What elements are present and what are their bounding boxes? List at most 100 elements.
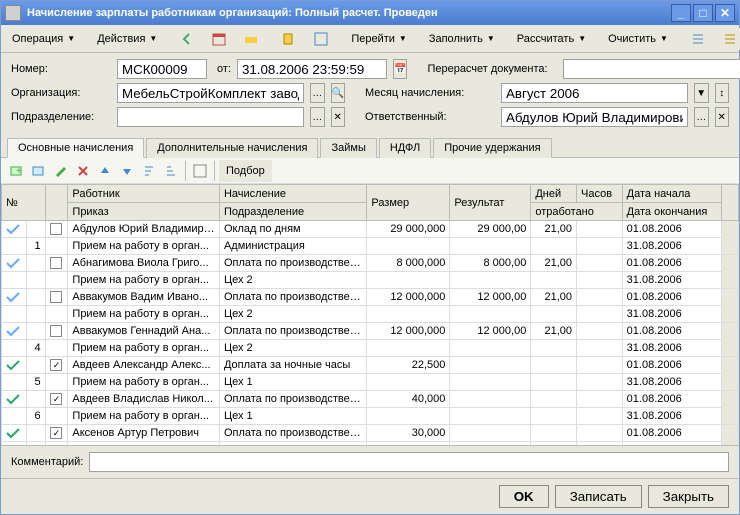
cell-order[interactable]: Прием на работу в орган... (68, 408, 220, 425)
row-checkbox[interactable] (50, 325, 62, 337)
table-row[interactable]: Аввакумов Вадим Ивано...Оплата по произв… (2, 289, 739, 306)
cell-result[interactable] (450, 357, 531, 374)
cell-hours[interactable] (577, 289, 623, 306)
cell-accrual[interactable]: Оплата по производствен... (219, 255, 366, 272)
resp-select-button[interactable]: … (694, 107, 709, 127)
table-row[interactable] (2, 442, 739, 446)
cell-hours[interactable] (577, 323, 623, 340)
cell-end[interactable]: 31.08.2006 (622, 340, 722, 357)
col-num[interactable]: № (2, 185, 46, 221)
cell-result[interactable]: 12 000,00 (450, 289, 531, 306)
table-row[interactable]: ✓Авдеев Александр Алекс...Доплата за ноч… (2, 357, 739, 374)
cell-dept[interactable]: Цех 1 (219, 374, 366, 391)
calendar-button[interactable] (204, 28, 234, 50)
cell-end[interactable]: 31.08.2006 (622, 374, 722, 391)
cell-end[interactable]: 31.08.2006 (622, 408, 722, 425)
row-checkbox[interactable] (50, 291, 62, 303)
cell-dept[interactable]: Цех 1 (219, 408, 366, 425)
cell-size[interactable]: 12 000,000 (367, 323, 450, 340)
clear-menu[interactable]: Очистить▼ (601, 28, 675, 50)
table-row[interactable]: 6Прием на работу в орган...Цех 131.08.20… (2, 408, 739, 425)
cell-dept[interactable]: Цех 2 (219, 306, 366, 323)
copy-button[interactable] (274, 28, 304, 50)
cell-end[interactable] (622, 442, 722, 446)
delete-row-button[interactable] (73, 161, 93, 181)
cell-hours[interactable] (577, 357, 623, 374)
ok-button[interactable]: OK (499, 485, 549, 508)
save-button[interactable]: Записать (555, 485, 642, 508)
date-picker-button[interactable]: 📅 (393, 59, 407, 79)
cell-days[interactable] (531, 425, 577, 442)
cell-worker[interactable]: Авдеев Владислав Никол... (68, 391, 220, 408)
list-settings-button[interactable] (683, 28, 713, 50)
operation-menu[interactable]: Операция▼ (5, 28, 82, 50)
col-worker[interactable]: Работник (68, 185, 220, 203)
cell-hours[interactable] (577, 425, 623, 442)
accruals-grid[interactable]: № Работник Начисление Размер Результат Д… (1, 184, 739, 445)
cell-hours[interactable] (577, 255, 623, 272)
cell-days[interactable]: 21,00 (531, 323, 577, 340)
move-down-button[interactable] (117, 161, 137, 181)
cell-result[interactable]: 29 000,00 (450, 221, 531, 238)
row-checkbox[interactable] (50, 223, 62, 235)
col-chk[interactable] (45, 185, 68, 221)
org-open-button[interactable]: 🔍 (331, 83, 346, 103)
cell-order[interactable] (68, 442, 220, 446)
refresh-button[interactable] (190, 161, 210, 181)
cell-accrual[interactable]: Оплата по производствен... (219, 323, 366, 340)
cell-days[interactable]: 21,00 (531, 255, 577, 272)
cell-start[interactable]: 01.08.2006 (622, 357, 722, 374)
row-checkbox[interactable]: ✓ (50, 359, 62, 371)
cell-result[interactable]: 8 000,00 (450, 255, 531, 272)
cell-size[interactable]: 30,000 (367, 425, 450, 442)
sort-desc-button[interactable] (161, 161, 181, 181)
cell-start[interactable]: 01.08.2006 (622, 391, 722, 408)
cell-hours[interactable] (577, 221, 623, 238)
table-row[interactable]: ✓Аксенов Артур ПетровичОплата по произво… (2, 425, 739, 442)
month-down-button[interactable]: ▼ (694, 83, 709, 103)
add-row-button[interactable]: + (7, 161, 27, 181)
cell-worker[interactable]: Аксенов Артур Петрович (68, 425, 220, 442)
actions-menu[interactable]: Действия▼ (90, 28, 164, 50)
month-step-button[interactable]: ↕ (715, 83, 730, 103)
cell-accrual[interactable]: Доплата за ночные часы (219, 357, 366, 374)
row-checkbox[interactable] (50, 257, 62, 269)
cell-start[interactable]: 01.08.2006 (622, 425, 722, 442)
cell-order[interactable]: Прием на работу в орган... (68, 272, 220, 289)
cell-end[interactable]: 31.08.2006 (622, 238, 722, 255)
tab-loans[interactable]: Займы (320, 138, 376, 158)
post-button[interactable] (236, 28, 266, 50)
cell-order[interactable]: Прием на работу в орган... (68, 306, 220, 323)
dept-clear-button[interactable]: ✕ (331, 107, 346, 127)
table-row[interactable]: 4Прием на работу в орган...Цех 231.08.20… (2, 340, 739, 357)
sort-asc-button[interactable] (139, 161, 159, 181)
cell-size[interactable]: 22,500 (367, 357, 450, 374)
col-accrual[interactable]: Начисление (219, 185, 366, 203)
row-checkbox[interactable]: ✓ (50, 427, 62, 439)
table-row[interactable]: Абнагимова Виола Григо...Оплата по произ… (2, 255, 739, 272)
cell-start[interactable]: 01.08.2006 (622, 221, 722, 238)
tab-ndfl[interactable]: НДФЛ (379, 138, 431, 158)
col-size[interactable]: Размер (367, 185, 450, 221)
cell-accrual[interactable]: Оклад по дням (219, 221, 366, 238)
cell-end[interactable]: 31.08.2006 (622, 306, 722, 323)
cell-dept[interactable]: Администрация (219, 238, 366, 255)
cell-dept[interactable]: Цех 2 (219, 340, 366, 357)
minimize-button[interactable]: _ (671, 4, 691, 22)
tab-main-accruals[interactable]: Основные начисления (7, 138, 144, 158)
org-select-button[interactable]: … (310, 83, 325, 103)
cell-order[interactable]: Прием на работу в орган... (68, 340, 220, 357)
col-end[interactable]: Дата окончания (622, 203, 722, 221)
table-row[interactable]: Прием на работу в орган...Цех 231.08.200… (2, 272, 739, 289)
recalc-field[interactable] (563, 59, 740, 79)
cell-end[interactable]: 31.08.2006 (622, 272, 722, 289)
clone-row-button[interactable] (29, 161, 49, 181)
cell-days[interactable]: 21,00 (531, 289, 577, 306)
col-days[interactable]: Дней (531, 185, 577, 203)
cell-accrual[interactable]: Оплата по производствен... (219, 391, 366, 408)
cell-days[interactable]: 21,00 (531, 221, 577, 238)
resp-field[interactable] (501, 107, 688, 127)
fill-menu[interactable]: Заполнить▼ (422, 28, 502, 50)
cell-worker[interactable]: Аввакумов Вадим Ивано... (68, 289, 220, 306)
cell-worker[interactable]: Аввакумов Геннадий Ана... (68, 323, 220, 340)
